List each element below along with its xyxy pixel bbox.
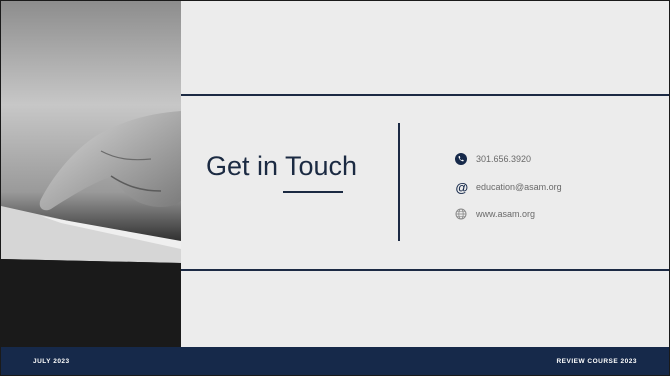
title-underline (283, 191, 343, 193)
footer-date: JULY 2023 (33, 358, 70, 365)
page-title: Get in Touch (205, 151, 358, 181)
globe-icon (454, 207, 468, 221)
contact-website[interactable]: www.asam.org (454, 207, 535, 221)
vertical-divider (398, 123, 400, 241)
hand-tablet-photo (1, 1, 181, 348)
phone-icon (454, 152, 468, 166)
contact-email[interactable]: @ education@asam.org (454, 180, 562, 194)
footer-course: REVIEW COURSE 2023 (556, 358, 637, 365)
at-icon: @ (454, 180, 468, 194)
website-url: www.asam.org (476, 209, 536, 219)
svg-text:@: @ (455, 181, 468, 194)
top-divider (181, 94, 669, 96)
slide: Get in Touch 301.656.3920 @ education@as… (0, 0, 670, 376)
phone-number: 301.656.3920 (476, 154, 532, 164)
footer-bar: JULY 2023 REVIEW COURSE 2023 (1, 347, 669, 375)
contact-phone[interactable]: 301.656.3920 (454, 152, 531, 166)
email-address: education@asam.org (476, 182, 562, 192)
bottom-divider (181, 269, 669, 271)
